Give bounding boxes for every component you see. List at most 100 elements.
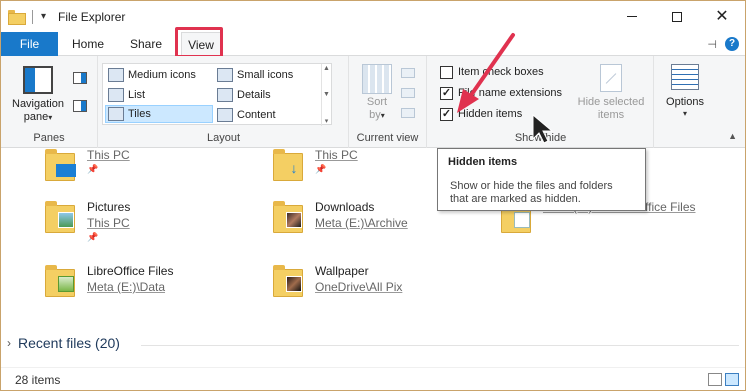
tab-file[interactable]: File: [1, 32, 58, 56]
title-bar: ▾ File Explorer ✕: [1, 1, 745, 32]
maximize-button[interactable]: [654, 1, 700, 32]
list-item[interactable]: Downloads Meta (E:)\Archive: [269, 199, 408, 237]
options-group: Options ▾: [655, 56, 713, 148]
details-pane-icon[interactable]: [73, 100, 87, 112]
recent-files-label: Recent files (20): [18, 335, 120, 351]
layout-item-label: Content: [237, 109, 276, 121]
hide-selected-items-button[interactable]: Hide selected items: [576, 64, 646, 122]
downloads-folder-icon: [269, 199, 307, 237]
medium-icons-icon: [108, 68, 124, 82]
maximize-icon: [672, 11, 682, 22]
layout-item-label: Tiles: [128, 108, 151, 120]
chevron-down-icon: ▾: [682, 109, 687, 118]
quick-access-toolbar: ▾: [8, 1, 46, 32]
small-icons-icon: [217, 68, 233, 82]
tooltip-body-line1: Show or hide the files and folders: [450, 180, 613, 192]
tile-name: Pictures: [87, 200, 131, 214]
layout-tiles[interactable]: Tiles: [105, 105, 213, 123]
layout-group: Medium icons Small icons List Details Ti…: [99, 56, 349, 148]
add-columns-icon[interactable]: [401, 88, 415, 98]
tooltip-title: Hidden items: [448, 156, 518, 168]
section-divider: [141, 345, 739, 346]
list-item[interactable]: This PC 📌: [41, 149, 130, 185]
layout-content[interactable]: Content: [215, 106, 323, 124]
chevron-up-icon[interactable]: ▲: [323, 65, 330, 72]
pin-ribbon-icon[interactable]: ⊣: [707, 38, 717, 51]
current-view-group: Sort by▾ Current view: [349, 56, 427, 148]
layout-gallery: Medium icons Small icons List Details Ti…: [102, 63, 332, 126]
group-by-icon[interactable]: [401, 68, 415, 78]
mouse-cursor-icon: [532, 113, 554, 144]
list-item[interactable]: Wallpaper OneDrive\All Pix: [269, 263, 402, 301]
sort-by-icon: [362, 64, 392, 94]
help-icon[interactable]: ?: [725, 37, 739, 51]
tooltip-body-line2: that are marked as hidden.: [450, 193, 581, 205]
options-label: Options: [666, 96, 704, 108]
options-button[interactable]: Options ▾: [663, 64, 707, 118]
layout-details[interactable]: Details: [215, 86, 323, 104]
view-tab-highlight: [175, 27, 223, 58]
tile-path: This PC: [87, 216, 130, 230]
panes-group: Navigation pane▾ Panes: [1, 56, 98, 148]
tiles-icon: [108, 107, 124, 121]
list-item[interactable]: LibreOffice Files Meta (E:)\Data: [41, 263, 173, 301]
toolbar-separator: [32, 9, 33, 24]
layout-item-label: Medium icons: [128, 69, 196, 81]
folder-download-icon: ↓: [269, 149, 307, 185]
minimize-button[interactable]: [609, 1, 655, 32]
chevron-down-icon: ▾: [48, 113, 53, 122]
tile-name: Downloads: [315, 200, 375, 214]
folder-icon: [41, 149, 79, 185]
sort-by-button[interactable]: Sort by▾: [357, 64, 397, 122]
layout-medium-icons[interactable]: Medium icons: [106, 66, 214, 84]
gallery-expand-icon[interactable]: ▾: [325, 117, 329, 125]
hide-selected-label: Hide selected: [577, 96, 645, 108]
tile-path: Meta (E:)\Data: [87, 280, 166, 294]
ribbon-tab-controls: ⊣ ?: [707, 32, 745, 56]
options-icon: [671, 64, 699, 90]
tab-share[interactable]: Share: [123, 32, 169, 56]
layout-list[interactable]: List: [106, 86, 214, 104]
tab-home[interactable]: Home: [63, 32, 113, 56]
list-item[interactable]: Pictures This PC 📌: [41, 199, 130, 243]
layout-gallery-scroll[interactable]: ▲ ▼ ▾: [321, 64, 331, 126]
pin-icon: 📌: [87, 232, 99, 242]
pin-icon: 📌: [315, 164, 327, 174]
view-switcher: [708, 373, 739, 386]
navigation-pane-button[interactable]: Navigation pane▾: [7, 66, 69, 124]
current-view-group-label: Current view: [356, 132, 419, 144]
close-icon: ✕: [715, 7, 729, 25]
preview-pane-icon[interactable]: [73, 72, 87, 84]
content-icon: [217, 108, 233, 122]
layout-item-label: Details: [237, 89, 271, 101]
layout-item-label: List: [128, 89, 146, 101]
hidden-items-tooltip: Hidden items Show or hide the files and …: [437, 148, 646, 211]
tile-path: This PC: [315, 149, 358, 162]
list-icon: [108, 88, 124, 102]
sort-by-label-2: by: [369, 109, 381, 121]
tile-name: LibreOffice Files: [87, 264, 174, 278]
details-icon: [217, 88, 233, 102]
chevron-down-icon[interactable]: ▼: [323, 91, 330, 98]
wallpaper-folder-icon: [269, 263, 307, 301]
customize-quick-access-icon[interactable]: ▾: [41, 11, 46, 22]
hide-selected-label-2: items: [597, 109, 625, 121]
layout-small-icons[interactable]: Small icons: [215, 66, 323, 84]
panes-group-label: Panes: [33, 132, 65, 144]
list-item[interactable]: ↓ This PC 📌: [269, 149, 358, 185]
tile-path: This PC: [87, 149, 130, 162]
chevron-down-icon: ▾: [380, 111, 385, 120]
ribbon-tabs: File Home Share View ⊣ ?: [1, 32, 745, 57]
details-view-icon[interactable]: [708, 373, 722, 386]
sort-by-label: Sort: [366, 96, 388, 108]
layout-item-label: Small icons: [237, 69, 294, 81]
recent-files-header[interactable]: › Recent files (20): [7, 335, 120, 351]
collapse-ribbon-icon[interactable]: ▲: [728, 131, 737, 141]
window-title: File Explorer: [58, 9, 126, 24]
folder-icon[interactable]: [8, 10, 26, 25]
large-icons-view-icon[interactable]: [725, 373, 739, 386]
tile-name: Wallpaper: [315, 264, 369, 278]
size-columns-icon[interactable]: [401, 108, 415, 118]
close-button[interactable]: ✕: [699, 1, 745, 32]
pin-icon: 📌: [87, 164, 99, 174]
